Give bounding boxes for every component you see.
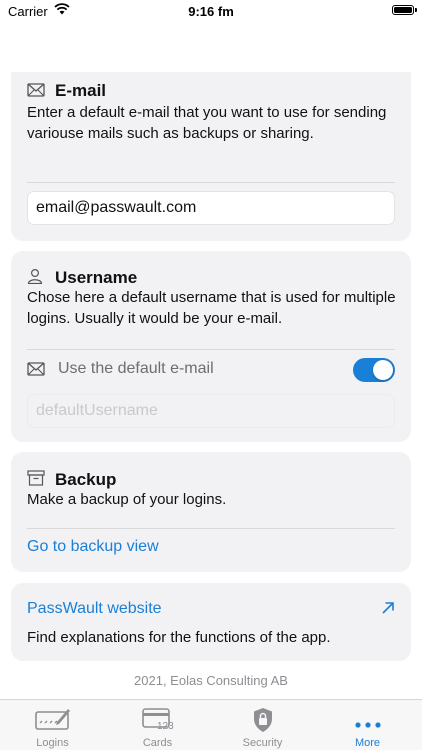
email-card: E-mail Enter a default e-mail that you w… bbox=[11, 72, 411, 241]
tab-bar: Logins 123 Cards Security More bbox=[0, 699, 422, 750]
username-divider bbox=[27, 349, 395, 350]
use-default-email-toggle[interactable] bbox=[353, 358, 395, 382]
backup-title: Backup bbox=[55, 470, 117, 489]
svg-text:123: 123 bbox=[157, 721, 174, 731]
username-description: Chose here a default username that is us… bbox=[27, 289, 396, 327]
toggle-knob bbox=[373, 360, 393, 380]
tab-security[interactable]: Security bbox=[210, 700, 315, 751]
signature-icon bbox=[34, 707, 71, 736]
tab-label-logins: Logins bbox=[36, 737, 69, 749]
tab-label-more: More bbox=[354, 737, 381, 749]
email-description: Enter a default e-mail that you want to … bbox=[27, 104, 387, 142]
backup-view-link[interactable]: Go to backup view bbox=[27, 538, 159, 556]
external-link-arrow-icon[interactable] bbox=[381, 601, 395, 620]
archive-box-icon bbox=[27, 470, 45, 491]
website-link[interactable]: PassWault website bbox=[27, 600, 162, 618]
backup-card: Backup Make a backup of your logins. Go … bbox=[11, 452, 411, 572]
email-input[interactable] bbox=[27, 191, 395, 225]
username-card: Username Chose here a default username t… bbox=[11, 251, 411, 442]
tab-cards[interactable]: 123 Cards bbox=[105, 700, 210, 751]
status-time: 9:16 fm bbox=[188, 4, 234, 19]
tab-more[interactable]: More bbox=[315, 700, 420, 751]
tab-label-cards: Cards bbox=[142, 737, 173, 749]
person-icon bbox=[27, 268, 43, 289]
use-default-email-label: Use the default e-mail bbox=[58, 360, 214, 377]
backup-description: Make a backup of your logins. bbox=[27, 491, 227, 508]
tab-label-security: Security bbox=[242, 737, 283, 749]
email-title: E-mail bbox=[55, 81, 107, 100]
website-description: Find explanations for the functions of t… bbox=[27, 629, 331, 646]
more-dots-icon bbox=[354, 715, 381, 733]
card-icon: 123 bbox=[141, 707, 174, 736]
username-title: Username bbox=[55, 268, 138, 287]
default-username-input[interactable] bbox=[27, 394, 395, 428]
backup-divider bbox=[27, 528, 395, 529]
envelope-icon bbox=[27, 362, 45, 381]
tab-logins[interactable]: Logins bbox=[0, 700, 105, 751]
email-divider bbox=[27, 182, 395, 183]
status-bar: Carrier 9:16 fm bbox=[0, 0, 422, 24]
battery-icon bbox=[392, 5, 417, 15]
copyright-footer: 2021, Eolas Consulting AB bbox=[134, 673, 288, 688]
envelope-icon bbox=[27, 83, 45, 102]
lock-shield-icon bbox=[252, 707, 274, 738]
website-card: PassWault website Find explanations for … bbox=[11, 583, 411, 661]
